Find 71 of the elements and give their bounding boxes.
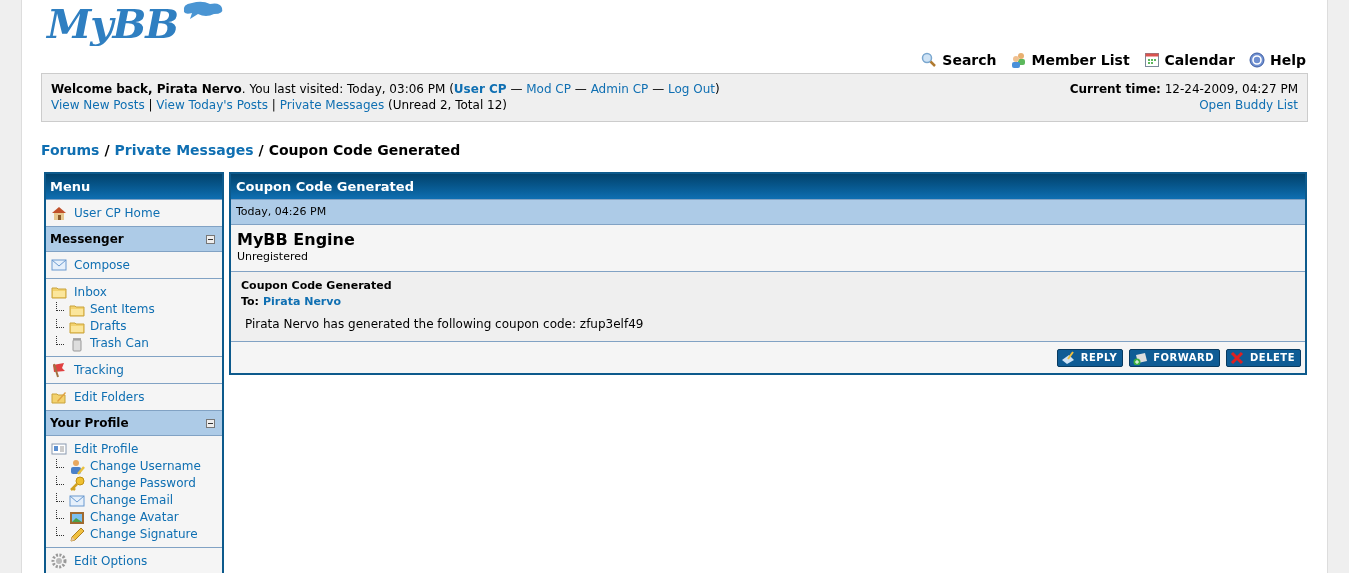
help-icon[interactable]	[1248, 52, 1265, 68]
header-link[interactable]: Admin CP	[590, 82, 649, 96]
gear-icon	[51, 553, 67, 569]
menu-link[interactable]: Edit Folders	[74, 388, 145, 406]
menu-link[interactable]: Change Password	[90, 475, 196, 492]
nav-link[interactable]: Member List	[1031, 49, 1130, 71]
menu-link[interactable]: Change Avatar	[90, 509, 179, 526]
key-icon	[69, 475, 85, 492]
menu-link[interactable]: Drafts	[90, 318, 127, 335]
framed-image-icon	[69, 509, 85, 526]
menu-link[interactable]: User CP Home	[74, 204, 161, 222]
envelope-plus-icon	[1133, 350, 1148, 365]
breadcrumb-link[interactable]: Private Messages	[114, 139, 254, 161]
nav-link[interactable]: Help	[1269, 49, 1306, 71]
envelope-icon	[69, 492, 85, 509]
message-action-button[interactable]: FORWARD	[1129, 348, 1220, 367]
message-body: Pirata Nervo has generated the following coupon code: zfup3elf49	[245, 316, 645, 333]
quick-links-text: View New Posts | View Today's Posts | Private Messages (Unread 2, Total 12)	[51, 97, 508, 113]
author-status: Unregistered	[237, 250, 309, 264]
breadcrumb-current: Coupon Code Generated	[268, 140, 461, 160]
header-link[interactable]: View Today's Posts	[156, 98, 269, 112]
people-icon[interactable]	[1010, 52, 1027, 68]
panel-title: Coupon Code Generated	[231, 174, 1305, 200]
message-action-button[interactable]: REPLY	[1056, 348, 1124, 367]
collapse-icon[interactable]	[206, 418, 215, 428]
menu-link[interactable]: Compose	[74, 256, 130, 274]
cross-icon	[1230, 350, 1244, 365]
collapse-icon[interactable]	[206, 234, 215, 244]
welcome-text: Welcome back, Pirata Nervo. You last visited: Today, 03:06 PM (User CP — Mod CP — Admin CP — Log Out)	[51, 81, 720, 97]
search-icon[interactable]	[921, 52, 938, 68]
menu-link[interactable]: Change Email	[90, 492, 174, 509]
breadcrumb-separator: /	[104, 140, 110, 160]
header-link[interactable]: View New Posts	[51, 98, 145, 112]
menu-link[interactable]: Change Username	[90, 458, 201, 475]
user-pencil-icon	[69, 458, 85, 475]
profile-card-icon	[51, 441, 67, 457]
nav-link[interactable]: Search	[942, 49, 997, 71]
section-header: Your Profile	[50, 415, 129, 432]
menu-link[interactable]: Inbox	[74, 283, 107, 301]
folder-pencil-icon	[51, 389, 67, 405]
buddy-list-link[interactable]: Open Buddy List	[1199, 98, 1298, 112]
menu-link[interactable]: Edit Options	[74, 552, 148, 570]
menu-link[interactable]: Edit Profile	[74, 440, 139, 458]
section-header: Messenger	[50, 231, 124, 248]
home-icon	[51, 205, 67, 221]
menu-header: Menu	[46, 174, 222, 200]
author-name: MyBB Engine	[237, 230, 356, 250]
header-link[interactable]: Mod CP	[526, 82, 571, 96]
to-label: To:	[241, 294, 259, 310]
menu-link[interactable]: Change Signature	[90, 526, 198, 543]
pencil-icon	[69, 526, 85, 543]
header-link[interactable]: User CP	[453, 82, 507, 96]
menu-link[interactable]: Tracking	[74, 361, 124, 379]
header-link[interactable]: Private Messages	[279, 98, 385, 112]
header-link[interactable]: Log Out	[667, 82, 715, 96]
calendar-icon[interactable]	[1143, 52, 1160, 68]
trash-can-icon	[69, 335, 85, 352]
flag-icon	[51, 362, 67, 378]
pen-icon	[1060, 350, 1075, 365]
message-date: Today, 04:26 PM	[231, 200, 1305, 225]
nav-link[interactable]: Calendar	[1164, 49, 1235, 71]
current-time: Current time: 12-24-2009, 04:27 PM	[1069, 81, 1298, 97]
folder-icon	[51, 284, 67, 300]
breadcrumb-link[interactable]: Forums	[41, 139, 100, 161]
menu-link[interactable]: Sent Items	[90, 301, 155, 318]
breadcrumb-separator: /	[258, 140, 264, 160]
message-action-button[interactable]: DELETE	[1226, 348, 1301, 367]
recipient-link[interactable]: Pirata Nervo	[263, 294, 341, 310]
message-subject: Coupon Code Generated	[241, 278, 393, 294]
menu-link[interactable]: Trash Can	[90, 335, 149, 352]
envelope-icon	[51, 257, 67, 273]
